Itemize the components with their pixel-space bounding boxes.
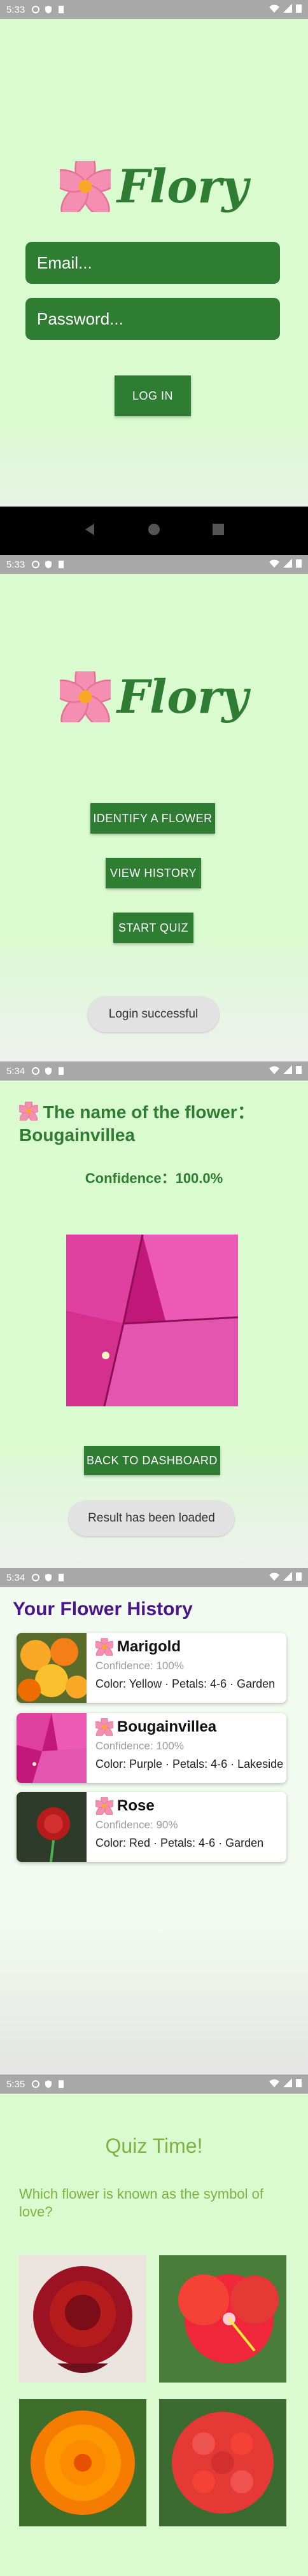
quiz-option-marigold[interactable] [19,2399,146,2526]
history-screen: 5:34 Your Flower History Marigold Confid… [0,1568,308,2075]
quiz-option-hibiscus[interactable] [159,2255,286,2383]
status-time: 5:34 [6,1065,25,1077]
signal-icon [283,1572,292,1583]
history-item-name: Marigold [117,1638,181,1655]
status-bar: 5:33 [0,0,308,19]
wifi-icon [269,559,279,570]
back-nav-icon[interactable] [83,522,97,540]
quiz-screen: 5:35 Quiz Time! Which flower is known as… [0,2075,308,2576]
battery-icon [296,2078,302,2090]
shield-icon [44,560,53,569]
recents-nav-icon[interactable] [211,522,225,540]
result-toast: Result has been loaded [69,1501,234,1536]
back-to-dashboard-button[interactable]: BACK TO DASHBOARD [84,1446,220,1475]
login-toast: Login successful [88,997,219,1032]
history-item-meta: Color: Purple · Petals: 4-6 · Lakeside [95,1758,284,1770]
sim-icon [57,2080,66,2089]
result-confidence: Confidence：100.0% [0,1167,308,1187]
shield-icon [44,1573,53,1582]
sim-icon [57,560,66,569]
battery-icon [296,4,302,15]
app-logo: Flory [0,159,308,213]
quiz-title: Quiz Time! [105,2134,203,2157]
quiz-option-rose[interactable] [19,2255,146,2383]
sim-icon [57,1573,66,1582]
settings-icon [31,1067,40,1075]
result-flower-name: Bougainvillea [19,1125,136,1145]
flower-logo-icon [59,671,111,722]
flower-icon [95,1797,113,1815]
signal-icon [283,2078,292,2090]
battery-icon [296,1572,302,1583]
history-item-name: Bougainvillea [117,1718,217,1735]
status-time: 5:35 [6,2078,25,2090]
status-bar: 5:35 [0,2075,308,2094]
result-screen: 5:34 The name of the flower： Bougainvill… [0,1061,308,1568]
password-field[interactable]: Password... [25,298,280,340]
history-item[interactable]: Rose Confidence: 90% Color: Red · Petals… [17,1792,286,1862]
wifi-icon [269,4,279,15]
start-quiz-button[interactable]: START QUIZ [113,913,193,943]
status-bar: 5:34 [0,1568,308,1587]
status-time: 5:33 [6,4,25,15]
confidence-label: Confidence： [85,1170,176,1186]
rose-thumbnail [17,1792,87,1862]
signal-icon [283,1065,292,1077]
status-bar: 5:33 [0,555,308,574]
view-history-button[interactable]: VIEW HISTORY [106,858,201,888]
status-time: 5:33 [6,559,25,570]
flower-icon [15,1097,43,1124]
signal-icon [283,559,292,570]
login-screen: 5:33 Flory Email... Password... LOG IN [0,0,308,555]
settings-icon [31,1573,40,1582]
history-item-meta: Color: Yellow · Petals: 4-6 · Garden [95,1677,276,1690]
login-button[interactable]: LOG IN [115,375,191,416]
history-item-confidence: Confidence: 90% [95,1819,178,1831]
sim-icon [57,5,66,14]
flower-logo-icon [59,160,111,212]
app-name: Flory [116,159,249,213]
wifi-icon [269,1572,279,1583]
history-item-name: Rose [117,1797,155,1814]
signal-icon [283,4,292,15]
history-item[interactable]: Marigold Confidence: 100% Color: Yellow … [17,1633,286,1703]
app-logo: Flory [0,669,308,724]
email-field[interactable]: Email... [25,242,280,284]
wifi-icon [269,2078,279,2090]
shield-icon [44,2080,53,2089]
flower-icon [95,1718,113,1736]
settings-icon [31,2080,40,2089]
identify-flower-button[interactable]: IDENTIFY A FLOWER [90,803,215,834]
status-time: 5:34 [6,1572,25,1583]
marigold-thumbnail [17,1633,87,1703]
history-item-confidence: Confidence: 100% [95,1660,184,1672]
result-heading-prefix: The name of the flower： [43,1102,255,1122]
shield-icon [44,1067,53,1075]
navigation-bar [0,507,308,555]
quiz-question: Which flower is known as the symbol of l… [19,2186,263,2220]
result-heading: The name of the flower： Bougainvillea [15,1097,293,1147]
status-bar: 5:34 [0,1061,308,1081]
app-name: Flory [116,669,249,724]
settings-icon [31,560,40,569]
history-item-confidence: Confidence: 100% [95,1740,184,1752]
shield-icon [44,5,53,14]
sim-icon [57,1067,66,1075]
battery-icon [296,1065,302,1077]
flower-icon [95,1638,113,1656]
history-item-meta: Color: Red · Petals: 4-6 · Garden [95,1837,264,1849]
history-title: Your Flower History [13,1599,193,1620]
history-item[interactable]: Bougainvillea Confidence: 100% Color: Pu… [17,1713,286,1783]
settings-icon [31,5,40,14]
confidence-value: 100.0% [175,1170,223,1186]
dashboard-screen: 5:33 Flory IDENTIFY A FLOWER VIEW HISTOR… [0,555,308,1061]
battery-icon [296,559,302,570]
quiz-option-ixora[interactable] [159,2399,286,2526]
result-flower-image [66,1234,239,1407]
home-nav-icon[interactable] [147,522,161,540]
wifi-icon [269,1065,279,1077]
bougainvillea-thumbnail [17,1713,87,1783]
